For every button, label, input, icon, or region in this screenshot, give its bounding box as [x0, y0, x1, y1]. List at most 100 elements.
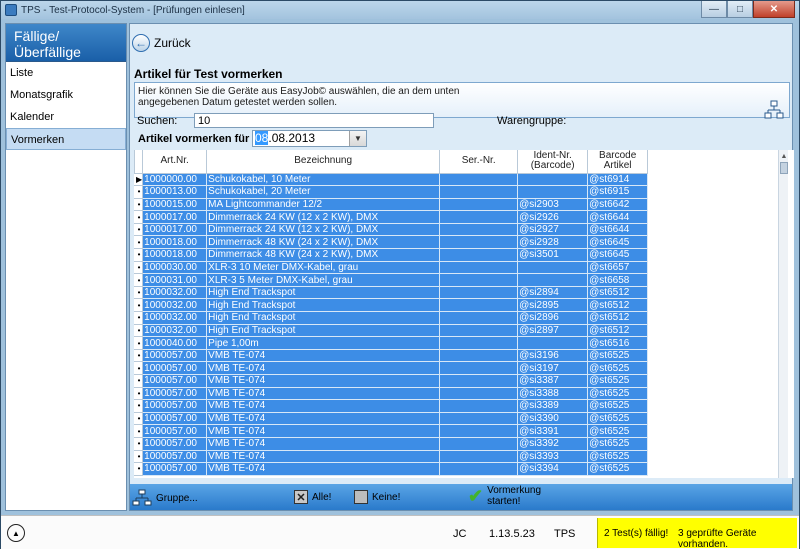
- cell-artnr[interactable]: 1000013.00: [142, 185, 208, 199]
- cell-artnr[interactable]: 1000057.00: [142, 361, 208, 375]
- table-row[interactable]: • 1000017.00 Dimmerrack 24 KW (12 x 2 KW),…: [134, 223, 649, 237]
- table-row[interactable]: • 1000032.00 High End Trackspot @si2894 @st6…: [134, 286, 649, 300]
- cell-sernr[interactable]: [439, 437, 519, 451]
- gruppe-button[interactable]: Gruppe...: [132, 489, 198, 507]
- cell-identnr[interactable]: @si3389: [517, 399, 589, 413]
- cell-artnr[interactable]: 1000017.00: [142, 210, 208, 224]
- cell-sernr[interactable]: [439, 298, 519, 313]
- search-input[interactable]: [194, 113, 434, 128]
- status-warning[interactable]: 2 Test(s) fällig! 3 geprüfte Geräte vorh…: [597, 518, 797, 549]
- cell-artnr[interactable]: 1000018.00: [142, 248, 208, 262]
- table-row[interactable]: • 1000032.00 High End Trackspot @si2895 @st6…: [134, 298, 649, 313]
- cell-identnr[interactable]: @si2897: [517, 324, 589, 338]
- cell-bezeichnung[interactable]: Schukokabel, 20 Meter: [206, 185, 441, 199]
- cell-bezeichnung[interactable]: VMB TE-074: [206, 462, 441, 476]
- cell-sernr[interactable]: [439, 462, 519, 476]
- cell-barcode[interactable]: @st6525: [587, 361, 649, 375]
- cell-bezeichnung[interactable]: XLR-3 10 Meter DMX-Kabel, grau: [206, 261, 441, 275]
- cell-artnr[interactable]: 1000032.00: [142, 311, 208, 325]
- cell-identnr[interactable]: @si2895: [517, 298, 589, 313]
- cell-artnr[interactable]: 1000032.00: [142, 324, 208, 338]
- row-marker[interactable]: •: [134, 336, 144, 350]
- cell-artnr[interactable]: 1000040.00: [142, 336, 208, 350]
- row-marker[interactable]: •: [134, 374, 144, 388]
- row-marker[interactable]: •: [134, 235, 144, 250]
- row-marker[interactable]: •: [134, 185, 144, 199]
- cell-identnr[interactable]: @si3388: [517, 387, 589, 401]
- scroll-thumb[interactable]: [780, 162, 788, 174]
- table-row[interactable]: ▶ 1000000.00 Schukokabel, 10 Meter @st6914: [134, 173, 649, 187]
- cell-sernr[interactable]: [439, 198, 519, 212]
- cell-identnr[interactable]: @si3394: [517, 462, 589, 476]
- table-row[interactable]: • 1000015.00 MA Lightcommander 12/2 @si2903…: [134, 198, 649, 212]
- start-reservation-button[interactable]: ✔ Vormerkung starten!: [468, 485, 541, 507]
- cell-bezeichnung[interactable]: High End Trackspot: [206, 298, 441, 313]
- cell-barcode[interactable]: @st6525: [587, 462, 649, 476]
- row-marker[interactable]: •: [134, 450, 144, 464]
- cell-bezeichnung[interactable]: Pipe 1,00m: [206, 336, 441, 350]
- table-row[interactable]: • 1000057.00 VMB TE-074 @si3390 @st6525: [134, 412, 649, 426]
- cell-identnr[interactable]: [517, 336, 589, 350]
- cell-barcode[interactable]: @st6525: [587, 387, 649, 401]
- cell-barcode[interactable]: @st6642: [587, 198, 649, 212]
- cell-barcode[interactable]: @st6512: [587, 286, 649, 300]
- minimize-button[interactable]: —: [701, 1, 727, 18]
- cell-artnr[interactable]: 1000000.00: [142, 173, 208, 187]
- cell-barcode[interactable]: @st6525: [587, 424, 649, 438]
- column-header-sernr[interactable]: Ser.-Nr.: [439, 150, 519, 174]
- cell-barcode[interactable]: @st6645: [587, 235, 649, 250]
- row-marker[interactable]: •: [134, 261, 144, 275]
- row-marker[interactable]: •: [134, 298, 144, 313]
- cell-sernr[interactable]: [439, 374, 519, 388]
- column-header-bezeichnung[interactable]: Bezeichnung: [206, 150, 441, 174]
- cell-sernr[interactable]: [439, 261, 519, 275]
- cell-artnr[interactable]: 1000057.00: [142, 450, 208, 464]
- cell-sernr[interactable]: [439, 349, 519, 363]
- cell-sernr[interactable]: [439, 450, 519, 464]
- cell-sernr[interactable]: [439, 248, 519, 262]
- table-row[interactable]: • 1000032.00 High End Trackspot @si2896 @st6…: [134, 311, 649, 325]
- cell-artnr[interactable]: 1000057.00: [142, 374, 208, 388]
- cell-bezeichnung[interactable]: Schukokabel, 10 Meter: [206, 173, 441, 187]
- row-marker[interactable]: •: [134, 387, 144, 401]
- table-row[interactable]: • 1000018.00 Dimmerrack 48 KW (24 x 2 KW),…: [134, 248, 649, 262]
- cell-artnr[interactable]: 1000057.00: [142, 349, 208, 363]
- cell-barcode[interactable]: @st6644: [587, 210, 649, 224]
- cell-artnr[interactable]: 1000017.00: [142, 223, 208, 237]
- cell-sernr[interactable]: [439, 412, 519, 426]
- cell-artnr[interactable]: 1000018.00: [142, 235, 208, 250]
- back-button[interactable]: ← Zurück: [130, 24, 792, 62]
- cell-sernr[interactable]: [439, 235, 519, 250]
- cell-bezeichnung[interactable]: VMB TE-074: [206, 374, 441, 388]
- cell-sernr[interactable]: [439, 324, 519, 338]
- cell-bezeichnung[interactable]: VMB TE-074: [206, 387, 441, 401]
- cell-bezeichnung[interactable]: VMB TE-074: [206, 399, 441, 413]
- cell-artnr[interactable]: 1000057.00: [142, 424, 208, 438]
- cell-bezeichnung[interactable]: High End Trackspot: [206, 286, 441, 300]
- cell-sernr[interactable]: [439, 399, 519, 413]
- row-marker[interactable]: •: [134, 361, 144, 375]
- table-row[interactable]: • 1000013.00 Schukokabel, 20 Meter @st6915: [134, 185, 649, 199]
- cell-identnr[interactable]: @si3501: [517, 248, 589, 262]
- cell-sernr[interactable]: [439, 361, 519, 375]
- cell-bezeichnung[interactable]: VMB TE-074: [206, 450, 441, 464]
- cell-identnr[interactable]: [517, 261, 589, 275]
- cell-sernr[interactable]: [439, 223, 519, 237]
- title-bar[interactable]: TPS - Test-Protocol-System - [Prüfungen …: [1, 1, 799, 19]
- row-marker[interactable]: •: [134, 462, 144, 476]
- cell-identnr[interactable]: @si2927: [517, 223, 589, 237]
- table-row[interactable]: • 1000057.00 VMB TE-074 @si3392 @st6525: [134, 437, 649, 451]
- cell-identnr[interactable]: [517, 273, 589, 287]
- date-picker[interactable]: 08.08.2013 ▼: [252, 130, 367, 147]
- cell-barcode[interactable]: @st6915: [587, 185, 649, 199]
- cell-artnr[interactable]: 1000057.00: [142, 437, 208, 451]
- cell-identnr[interactable]: @si2926: [517, 210, 589, 224]
- cell-identnr[interactable]: [517, 185, 589, 199]
- row-marker[interactable]: •: [134, 324, 144, 338]
- table-row[interactable]: • 1000057.00 VMB TE-074 @si3391 @st6525: [134, 424, 649, 438]
- cell-sernr[interactable]: [439, 173, 519, 187]
- row-marker[interactable]: ▶: [134, 173, 144, 187]
- row-marker[interactable]: •: [134, 223, 144, 237]
- cell-barcode[interactable]: @st6525: [587, 437, 649, 451]
- cell-identnr[interactable]: @si3393: [517, 450, 589, 464]
